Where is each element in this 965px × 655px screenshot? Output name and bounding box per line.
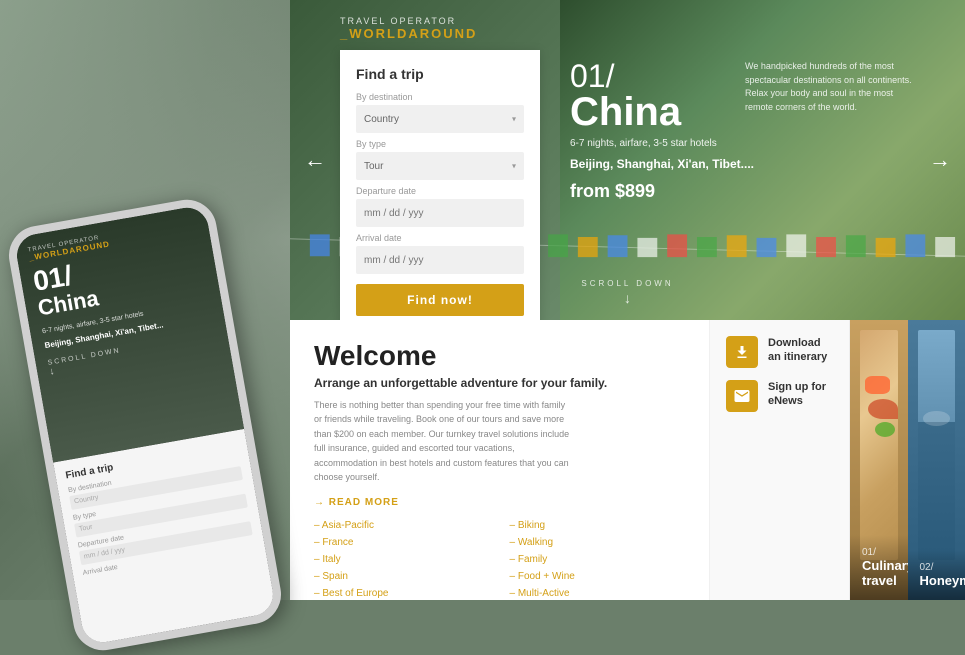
water-part <box>918 422 956 560</box>
departure-label: Departure date <box>356 186 524 196</box>
type-select[interactable]: Tour <box>356 152 524 180</box>
destination-select-wrapper: Country ▾ <box>356 105 524 133</box>
dest-family[interactable]: – Family <box>510 554 686 565</box>
main-container: TRAVEL OPERATOR _WORLDAROUND 01/ China 6… <box>0 0 965 600</box>
culinary-card[interactable]: 01/ Culinary travel <box>850 320 908 600</box>
hero-nav-right-button[interactable]: → <box>925 145 955 175</box>
scroll-down-arrow-icon: ↓ <box>581 290 673 306</box>
hero-destination: China <box>570 92 754 132</box>
download-title: Download an itinerary <box>768 336 833 365</box>
hero-travel-label: TRAVEL OPERATOR <box>340 16 477 26</box>
hero-price: from $899 <box>570 181 754 202</box>
destinations-grid: – Asia-Pacific – France – Italy – Spain … <box>314 520 685 600</box>
email-svg-icon <box>733 387 751 405</box>
food-decor-2 <box>875 422 895 437</box>
honeymoons-image <box>918 330 956 560</box>
food-decor-1 <box>868 399 898 419</box>
destinations-column-1: – Asia-Pacific – France – Italy – Spain … <box>314 520 490 600</box>
trip-finder-form: Find a trip By destination Country ▾ By … <box>340 50 540 320</box>
left-arrow-icon: ← <box>304 147 326 173</box>
dest-france[interactable]: – France <box>314 537 490 548</box>
signup-enews-action[interactable]: Sign up for eNews <box>726 380 833 412</box>
cards-section: 01/ Culinary travel 02/ Honeymoons <box>850 320 965 600</box>
dest-asia-pacific[interactable]: – Asia-Pacific <box>314 520 490 531</box>
dest-best-of-europe[interactable]: – Best of Europe <box>314 588 490 599</box>
destinations-column-2: – Biking – Walking – Family – Food + Win… <box>510 520 686 600</box>
scroll-down[interactable]: SCROLL DOWN ↓ <box>581 279 673 306</box>
download-text: Download an itinerary <box>768 336 833 365</box>
download-icon <box>726 336 758 368</box>
phone-screen-bottom: Find a trip By destination Country By ty… <box>53 429 276 646</box>
welcome-title: Welcome <box>314 340 685 372</box>
find-now-button[interactable]: Find now! <box>356 284 524 316</box>
dest-spain[interactable]: – Spain <box>314 571 490 582</box>
honeymoons-card-title: Honeymoons <box>920 573 954 588</box>
hero-area: TRAVEL OPERATOR _WORLDAROUND ← → Find a … <box>290 0 965 320</box>
hero-slide-number: 01/ <box>570 60 614 92</box>
dest-walking[interactable]: – Walking <box>510 537 686 548</box>
scroll-down-label: SCROLL DOWN <box>581 279 673 288</box>
download-itinerary-action[interactable]: Download an itinerary <box>726 336 833 368</box>
hero-description: We handpicked hundreds of the most spect… <box>745 60 915 114</box>
dest-italy[interactable]: – Italy <box>314 554 490 565</box>
food-decor-3 <box>865 376 890 394</box>
dest-multi-active[interactable]: – Multi-Active <box>510 588 686 599</box>
signup-title: Sign up for eNews <box>768 380 833 409</box>
phone-country-placeholder: Country <box>74 494 99 505</box>
dest-biking[interactable]: – Biking <box>510 520 686 531</box>
culinary-card-overlay: 01/ Culinary travel <box>850 535 908 600</box>
hero-desc-text: We handpicked hundreds of the most spect… <box>745 60 915 114</box>
honeymoons-card[interactable]: 02/ Honeymoons <box>908 320 965 600</box>
hero-brand-area: TRAVEL OPERATOR _WORLDAROUND <box>340 16 477 41</box>
content-section: TRAVEL OPERATOR _WORLDAROUND ← → Find a … <box>290 0 965 600</box>
welcome-subtitle: Arrange an unforgettable adventure for y… <box>314 376 685 390</box>
type-select-wrapper: Tour ▾ <box>356 152 524 180</box>
welcome-text: There is nothing better than spending yo… <box>314 398 574 484</box>
email-icon <box>726 380 758 412</box>
arrival-input[interactable] <box>356 246 524 274</box>
hero-nav-left-button[interactable]: ← <box>300 145 330 175</box>
departure-input[interactable] <box>356 199 524 227</box>
culinary-card-number: 01/ <box>862 547 896 558</box>
hero-trip-info: 6-7 nights, airfare, 3-5 star hotels <box>570 138 754 149</box>
action-section: Download an itinerary Sign up for eNews <box>710 320 850 600</box>
type-label: By type <box>356 139 524 149</box>
hero-content-right: 01/ China 6-7 nights, airfare, 3-5 star … <box>570 60 754 202</box>
destination-select[interactable]: Country <box>356 105 524 133</box>
trip-finder-title: Find a trip <box>356 66 524 82</box>
destination-label: By destination <box>356 92 524 102</box>
culinary-card-title: Culinary travel <box>862 558 896 588</box>
download-svg-icon <box>733 343 751 361</box>
phone-mockup: TRAVEL OPERATOR _WORLDAROUND 01/ China 6… <box>4 195 285 655</box>
hero-cities: Beijing, Shanghai, Xi'an, Tibet.... <box>570 157 754 171</box>
bottom-content: Welcome Arrange an unforgettable adventu… <box>290 320 965 600</box>
read-more-link[interactable]: → READ MORE <box>314 497 399 508</box>
phone-section: TRAVEL OPERATOR _WORLDAROUND 01/ China 6… <box>0 0 290 600</box>
water-reflection <box>923 411 951 426</box>
hero-brand: _WORLDAROUND <box>340 26 477 41</box>
right-arrow-icon: → <box>929 147 951 173</box>
phone-inner: TRAVEL OPERATOR _WORLDAROUND 01/ China 6… <box>14 204 277 645</box>
welcome-section: Welcome Arrange an unforgettable adventu… <box>290 320 710 600</box>
arrival-label: Arrival date <box>356 233 524 243</box>
phone-departure-placeholder: mm / dd / yyy <box>83 547 125 561</box>
phone-tour-placeholder: Tour <box>79 524 94 533</box>
signup-text: Sign up for eNews <box>768 380 833 409</box>
honeymoons-card-number: 02/ <box>920 562 954 573</box>
honeymoons-card-overlay: 02/ Honeymoons <box>908 550 965 600</box>
culinary-image <box>860 330 898 560</box>
phone-screen-top: TRAVEL OPERATOR _WORLDAROUND 01/ China 6… <box>14 204 245 462</box>
dest-food-wine[interactable]: – Food + Wine <box>510 571 686 582</box>
